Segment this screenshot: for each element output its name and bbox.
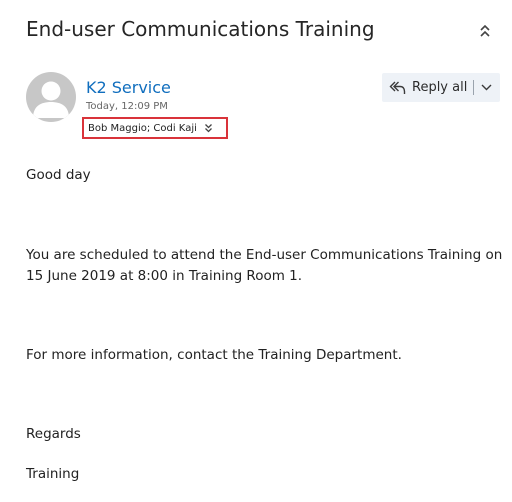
signature-text: Training (26, 466, 80, 482)
collapse-button[interactable] (474, 20, 496, 42)
info-text: For more information, contact the Traini… (26, 347, 402, 363)
schedule-paragraph: You are scheduled to attend the End-user… (26, 245, 504, 287)
double-chevron-up-icon (480, 24, 490, 37)
reply-options-dropdown[interactable] (474, 73, 498, 102)
email-subject: End-user Communications Training (26, 17, 375, 41)
avatar[interactable] (26, 72, 76, 122)
chevron-down-icon (481, 84, 492, 91)
person-silhouette-icon (33, 81, 69, 118)
sender-name[interactable]: K2 Service (86, 78, 171, 97)
schedule-line-2: 15 June 2019 at 8:00 in Training Room 1. (26, 268, 303, 284)
reply-all-group: Reply all (382, 73, 500, 102)
schedule-line-1: You are scheduled to attend the End-user… (26, 247, 503, 263)
double-chevron-down-icon[interactable] (204, 123, 213, 133)
reply-all-label: Reply all (412, 80, 468, 95)
sent-timestamp: Today, 12:09 PM (86, 101, 168, 112)
recipients-line[interactable]: Bob Maggio; Codi Kaji (82, 117, 228, 139)
regards-text: Regards (26, 426, 81, 442)
reply-all-icon (389, 81, 406, 94)
greeting-text: Good day (26, 167, 91, 183)
reply-all-button[interactable]: Reply all (382, 73, 473, 102)
recipients-text: Bob Maggio; Codi Kaji (88, 122, 197, 134)
